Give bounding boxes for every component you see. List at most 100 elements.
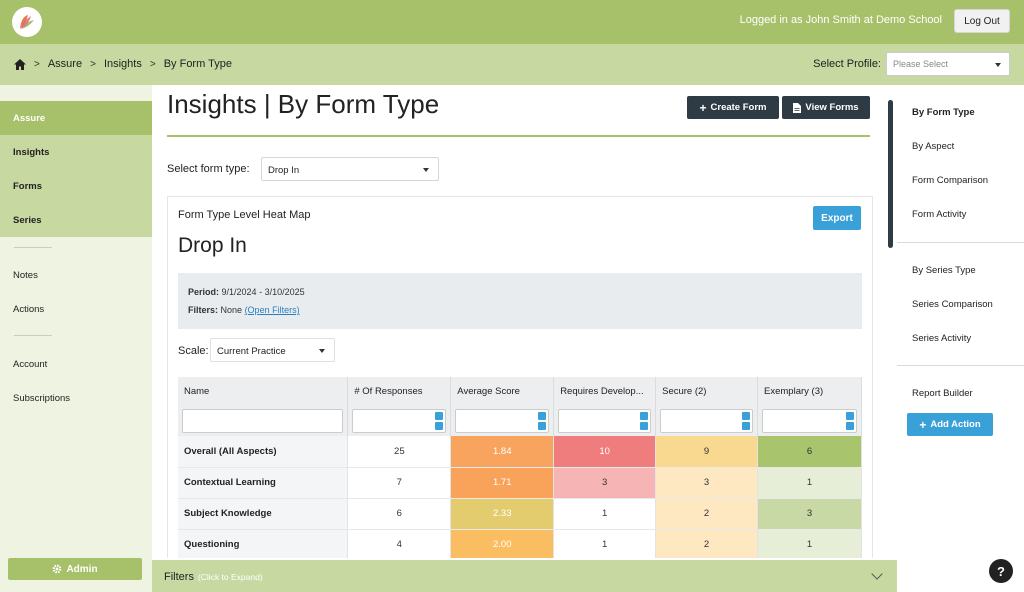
- breadcrumb-assure[interactable]: Assure: [48, 58, 82, 70]
- home-icon[interactable]: [14, 58, 26, 70]
- right-divider: [897, 365, 1024, 366]
- export-button[interactable]: Export: [813, 206, 861, 230]
- table-row[interactable]: Contextual Learning 7 1.71 3 3 1: [178, 467, 862, 499]
- sidebar-item-subscriptions[interactable]: Subscriptions: [13, 393, 70, 404]
- spinner-icon[interactable]: [538, 411, 547, 432]
- title-divider: [167, 135, 870, 137]
- report-nav-form-comparison[interactable]: Form Comparison: [912, 175, 988, 186]
- spinner-icon[interactable]: [435, 411, 444, 432]
- breadcrumb-insights[interactable]: Insights: [104, 58, 142, 70]
- filter-cell: [553, 405, 657, 436]
- requires-development-cell: 3: [553, 467, 657, 499]
- responses-cell: 7: [347, 467, 452, 499]
- admin-button[interactable]: Admin: [8, 558, 142, 580]
- spinner-icon[interactable]: [640, 411, 649, 432]
- average-score-cell: 2.33: [450, 498, 555, 530]
- logged-in-text: Logged in as John Smith at Demo School: [739, 14, 942, 26]
- filter-cell: [347, 405, 452, 436]
- column-header-exemplary[interactable]: Exemplary (3): [757, 377, 862, 405]
- average-score-cell: 1.84: [450, 436, 555, 468]
- table-row[interactable]: Overall (All Aspects) 25 1.84 10 9 6: [178, 436, 862, 468]
- secure-cell: 2: [655, 529, 759, 558]
- column-header-secure[interactable]: Secure (2): [655, 377, 759, 405]
- admin-label: Admin: [66, 563, 98, 575]
- top-bar: Logged in as John Smith at Demo School L…: [0, 0, 1024, 44]
- exemplary-cell: 1: [757, 467, 862, 499]
- select-profile-label: Select Profile:: [813, 58, 881, 70]
- caret-down-icon: [423, 168, 429, 172]
- filters-row: Filters: None (Open Filters): [188, 305, 300, 315]
- chevron-right-icon: >: [34, 58, 40, 70]
- row-name-cell: Overall (All Aspects): [178, 436, 349, 468]
- report-nav-by-series-type[interactable]: By Series Type: [912, 265, 976, 276]
- sidebar-item-forms[interactable]: Forms: [13, 181, 42, 192]
- spinner-icon[interactable]: [742, 411, 751, 432]
- scale-value: Current Practice: [217, 346, 286, 357]
- scale-select[interactable]: Current Practice: [210, 338, 335, 362]
- logout-button[interactable]: Log Out: [954, 9, 1010, 33]
- exemplary-filter-input[interactable]: [762, 408, 857, 433]
- secure-filter-input[interactable]: [660, 408, 754, 433]
- average-filter-input[interactable]: [455, 408, 550, 433]
- period-value: 9/1/2024 - 3/10/2025: [221, 287, 305, 297]
- view-forms-button[interactable]: View Forms: [782, 96, 870, 119]
- exemplary-cell: 3: [757, 498, 862, 530]
- filters-value: None: [220, 305, 243, 315]
- report-nav-series-comparison[interactable]: Series Comparison: [912, 299, 993, 310]
- report-nav-by-form-type[interactable]: By Form Type: [912, 107, 975, 118]
- gear-icon: [53, 564, 62, 574]
- exemplary-cell: 1: [757, 529, 862, 558]
- responses-cell: 6: [347, 498, 452, 530]
- sidebar-item-account[interactable]: Account: [13, 359, 47, 370]
- create-form-button[interactable]: + Create Form: [687, 96, 779, 119]
- column-header-responses[interactable]: # Of Responses: [347, 377, 452, 405]
- left-sidebar: Assure Insights Forms Series Notes Actio…: [0, 85, 152, 592]
- open-filters-link[interactable]: (Open Filters): [245, 305, 300, 315]
- scroll-indicator[interactable]: [888, 100, 893, 248]
- scale-label: Scale:: [178, 345, 209, 357]
- logo-icon: [20, 15, 34, 29]
- table-header-row: Name # Of Responses Average Score Requir…: [178, 377, 862, 405]
- caret-down-icon: [995, 63, 1001, 67]
- caret-down-icon: [319, 349, 325, 353]
- app-logo[interactable]: [12, 7, 42, 37]
- report-nav-by-aspect[interactable]: By Aspect: [912, 141, 954, 152]
- form-type-select[interactable]: Drop In: [261, 157, 439, 181]
- secure-cell: 2: [655, 498, 759, 530]
- add-action-button[interactable]: + Add Action: [907, 413, 993, 436]
- spinner-icon[interactable]: [846, 411, 854, 432]
- sidebar-item-series[interactable]: Series: [13, 215, 42, 226]
- heat-map-panel: Form Type Level Heat Map Export Drop In …: [167, 196, 873, 558]
- secure-cell: 3: [655, 467, 759, 499]
- profile-select-placeholder: Please Select: [893, 59, 949, 69]
- help-button[interactable]: ?: [989, 559, 1013, 583]
- table-row[interactable]: Questioning 4 2.00 1 2 1: [178, 529, 862, 558]
- filters-expand-bar[interactable]: Filters (Click to Expand): [152, 560, 897, 592]
- info-box: Period: 9/1/2024 - 3/10/2025 Filters: No…: [178, 273, 862, 329]
- document-icon: [793, 102, 802, 113]
- report-nav-report-builder[interactable]: Report Builder: [912, 388, 973, 399]
- period-label: Period:: [188, 287, 220, 297]
- name-filter-input[interactable]: [182, 408, 344, 433]
- column-header-name[interactable]: Name: [178, 377, 349, 405]
- sidebar-divider: [14, 335, 52, 336]
- responses-filter-input[interactable]: [352, 408, 447, 433]
- exemplary-cell: 6: [757, 436, 862, 468]
- requires-development-cell: 10: [553, 436, 657, 468]
- report-nav-form-activity[interactable]: Form Activity: [912, 209, 966, 220]
- sidebar-item-actions[interactable]: Actions: [13, 304, 44, 315]
- right-sidebar: By Form Type By Aspect Form Comparison F…: [888, 85, 1024, 592]
- profile-select[interactable]: Please Select: [886, 52, 1010, 76]
- table-row[interactable]: Subject Knowledge 6 2.33 1 2 3: [178, 498, 862, 530]
- filter-cell: [757, 405, 862, 436]
- column-header-requires-development[interactable]: Requires Develop...: [553, 377, 657, 405]
- sidebar-item-notes[interactable]: Notes: [13, 270, 38, 281]
- view-forms-label: View Forms: [805, 102, 859, 113]
- column-header-average-score[interactable]: Average Score: [450, 377, 555, 405]
- average-score-cell: 1.71: [450, 467, 555, 499]
- report-nav-series-activity[interactable]: Series Activity: [912, 333, 971, 344]
- sidebar-item-insights[interactable]: Insights: [13, 147, 49, 158]
- requires-filter-input[interactable]: [558, 408, 652, 433]
- chevron-down-icon[interactable]: [871, 568, 883, 580]
- panel-heading: Form Type Level Heat Map: [178, 209, 311, 221]
